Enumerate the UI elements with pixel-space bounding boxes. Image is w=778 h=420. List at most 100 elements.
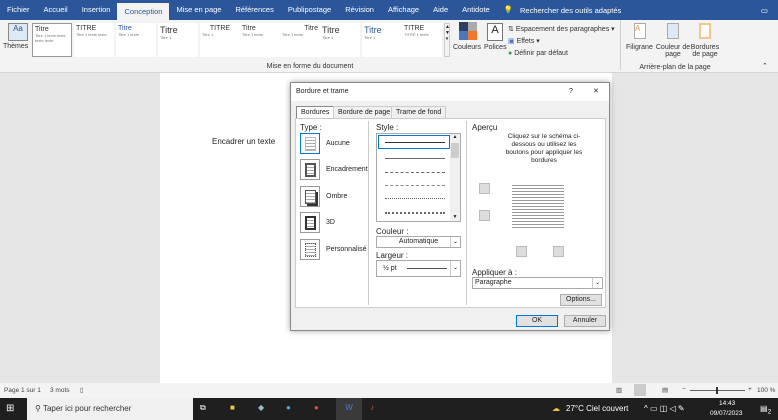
left-border-button[interactable] [516,246,527,257]
tab-references[interactable]: Références [228,0,280,20]
options-button[interactable]: Options... [560,294,602,306]
type-aucune-label[interactable]: Aucune [326,140,350,147]
chevron-down-icon: ⌄ [450,237,460,247]
tab-insertion[interactable]: Insertion [75,0,118,20]
lightbulb-icon: 💡 [503,5,513,14]
bordures-page-button[interactable]: Bordures de page [690,44,720,58]
polices-button[interactable]: Polices [484,44,507,51]
proofing-icon[interactable]: ▯ [80,386,84,394]
gallery-scroll[interactable]: ▲ ▼ ▾ [444,23,450,57]
appliquer-select[interactable]: Paragraphe ⌄ [472,277,603,289]
style-gallery-item[interactable]: Titre Titre 1 texte [116,23,156,57]
preview-diagram[interactable] [512,183,564,229]
word-count[interactable]: 3 mots [50,387,70,394]
print-layout-icon[interactable] [634,384,646,396]
tab-publipostage[interactable]: Publipostage [281,0,338,20]
tab-bordure-de-page[interactable]: Bordure de page [333,106,396,118]
search-tools[interactable]: Rechercher des outils adaptés [520,6,621,15]
task-view-icon[interactable]: ⧉ [200,403,206,413]
right-border-button[interactable] [553,246,564,257]
type-personnalise-button[interactable] [300,239,320,260]
type-3d-label[interactable]: 3D [326,219,335,226]
system-tray-icons[interactable]: ^ ▭ ◫ ◁ ✎ [644,404,685,413]
divider [620,20,621,70]
tab-conception[interactable]: Conception [117,3,170,20]
tab-bordures[interactable]: Bordures [296,106,335,118]
style-gallery-item[interactable]: Titre Titre 1 [320,23,360,57]
style-list[interactable]: ▲ ▼ [376,133,461,222]
style-gallery-item[interactable]: TITRE TITRE 1 texte [402,23,442,57]
cancel-button[interactable]: Annuler [564,315,606,327]
tab-mise-en-page[interactable]: Mise en page [169,0,228,20]
bottom-border-button[interactable] [479,210,490,221]
couleurs-button[interactable]: Couleurs [453,44,481,51]
definir-par-defaut-button[interactable]: ● Définir par défaut [508,50,568,57]
chrome-icon[interactable]: ● [314,403,319,412]
tab-aide[interactable]: Aide [426,0,455,20]
tab-affichage[interactable]: Affichage [381,0,426,20]
weather[interactable]: 27°C Ciel couvert [566,404,628,413]
clock-date[interactable]: 09/07/2023 [710,410,743,417]
style-gallery-item[interactable]: Titre Titre 1 texte [280,23,320,57]
close-button[interactable]: ✕ [593,87,599,95]
zoom-in-button[interactable]: + [748,386,752,393]
effets-button[interactable]: ▣ Effets ▾ [508,37,540,45]
zoom-out-button[interactable]: − [682,386,686,393]
tab-fichier[interactable]: Fichier [0,0,37,20]
chevron-down-icon: ⌄ [450,261,460,276]
read-mode-icon[interactable]: ▥ [616,386,622,394]
style-gallery-item[interactable]: Titre Titre 1 texte texte texte texte [32,23,72,57]
document-text[interactable]: Encadrer un texte [212,137,275,146]
notifications-icon[interactable]: ▤2 [760,404,771,416]
style-gallery-item[interactable]: TITRE Titre 1 texte texte [74,23,114,57]
themes-button[interactable]: Thèmes [3,43,28,50]
type-ombre-button[interactable] [300,186,320,207]
largeur-select[interactable]: ½ pt ⌄ [376,260,461,277]
apercu-label: Aperçu [472,123,498,132]
dialog-titlebar: Bordure et trame ? ✕ [291,83,609,101]
tab-revision[interactable]: Révision [338,0,381,20]
top-border-button[interactable] [479,183,490,194]
themes-icon[interactable]: Aa [8,23,28,41]
comment-icon[interactable]: ▭ [761,6,768,15]
help-button[interactable]: ? [569,88,573,95]
edge-icon[interactable]: ● [286,403,291,412]
file-explorer-icon[interactable]: ■ [230,403,235,412]
couleur-page-button[interactable]: Couleur de page [655,44,691,58]
tab-trame-de-fond[interactable]: Trame de fond [391,106,447,118]
app-icon-2[interactable]: ♪ [370,403,374,412]
app-icon[interactable]: ◆ [258,403,264,412]
weather-icon: ☁ [552,404,560,413]
type-label: Type : [300,123,322,132]
style-gallery-item[interactable]: TITRE Titre 1 [200,23,240,57]
ok-button[interactable]: OK [516,315,558,327]
type-ombre-label[interactable]: Ombre [326,193,347,200]
type-3d-button[interactable] [300,212,320,233]
type-personnalise-label[interactable]: Personnalisé [326,246,366,253]
style-gallery-item[interactable]: Titre Titre 1 [362,23,402,57]
zoom-slider[interactable] [690,387,745,394]
couleur-select[interactable]: Automatique ⌄ [376,236,461,248]
tab-antidote[interactable]: Antidote [455,0,497,20]
style-scrollbar[interactable]: ▲ ▼ [450,134,460,221]
fonts-icon[interactable]: A [487,23,503,41]
web-layout-icon[interactable]: ▤ [662,386,668,394]
filigrane-button[interactable]: Filigrane [626,44,653,51]
colors-icon[interactable] [459,22,477,40]
largeur-label: Largeur : [376,251,409,260]
zoom-level[interactable]: 100 % [757,387,775,394]
type-encadrement-button[interactable] [300,159,320,180]
type-encadrement-label[interactable]: Encadrement [326,166,368,173]
type-aucune-button[interactable] [300,133,320,154]
style-option-selected[interactable] [378,135,450,149]
espacement-button[interactable]: ⇅ Espacement des paragraphes ▾ [508,25,615,33]
word-icon[interactable]: W [336,398,362,420]
collapse-ribbon-icon[interactable]: ⌃ [762,62,768,70]
windows-start-icon[interactable]: ⊞ [6,403,14,414]
page-count[interactable]: Page 1 sur 1 [4,387,41,394]
tab-accueil[interactable]: Accueil [37,0,75,20]
style-gallery-item[interactable]: Titre Titre 1 texte [240,23,280,57]
style-gallery-item[interactable]: Titre Titre 1 [158,23,198,57]
taskbar-search[interactable]: ⚲ Taper ici pour rechercher [27,398,193,420]
clock-time[interactable]: 14:43 [719,400,735,407]
